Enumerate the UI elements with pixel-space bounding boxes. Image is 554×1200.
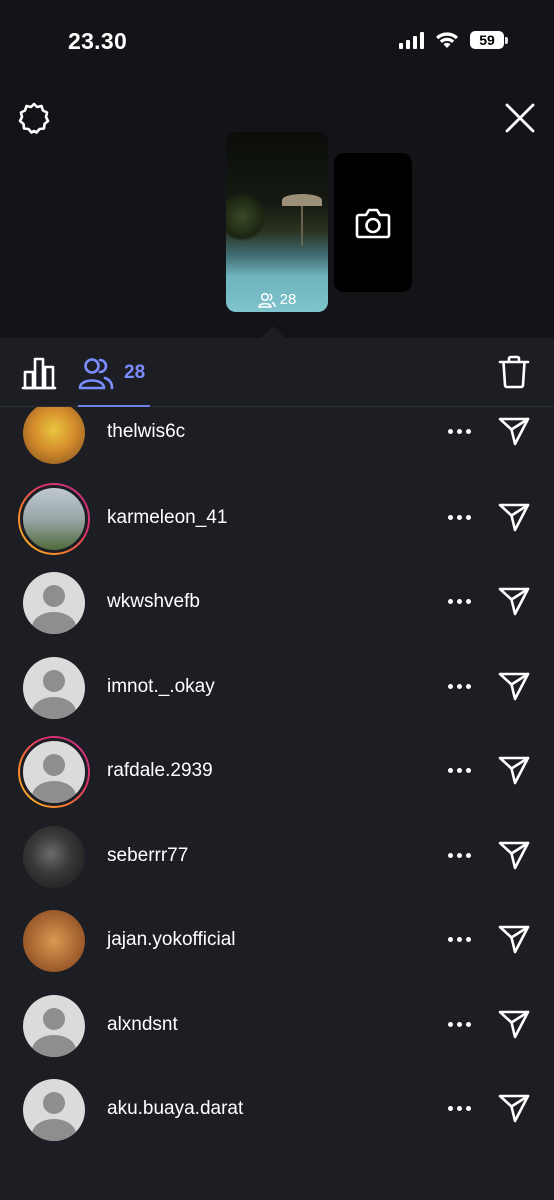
story-viewer-count: 28 <box>279 291 297 308</box>
insights-tabs: 28 <box>0 338 554 407</box>
default-avatar-icon <box>20 738 88 806</box>
send-icon[interactable] <box>496 752 532 788</box>
list-item[interactable]: jajan.yokofficial <box>0 905 554 989</box>
status-time: 23.30 <box>68 28 128 54</box>
more-icon[interactable] <box>444 1012 474 1036</box>
avatar[interactable] <box>18 821 90 893</box>
profile-photo <box>20 485 88 553</box>
viewers-icon <box>78 358 114 390</box>
story-viewers-badge: 28 <box>226 291 328 308</box>
send-icon[interactable] <box>496 837 532 873</box>
viewers-icon <box>257 292 276 308</box>
send-icon[interactable] <box>496 1090 532 1126</box>
send-icon[interactable] <box>496 1006 532 1042</box>
username[interactable]: imnot._.okay <box>107 676 215 698</box>
battery-icon: 59 <box>470 31 508 49</box>
username[interactable]: jajan.yokofficial <box>107 929 236 951</box>
status-icons: 59 <box>399 30 508 50</box>
trash-icon[interactable] <box>496 354 532 390</box>
viewers-tab-count: 28 <box>124 362 146 383</box>
camera-icon <box>355 208 391 238</box>
avatar[interactable] <box>18 1074 90 1146</box>
username[interactable]: aku.buaya.darat <box>107 1098 243 1120</box>
gear-icon[interactable] <box>16 100 52 136</box>
profile-photo <box>23 407 85 464</box>
list-item[interactable]: rafdale.2939 <box>0 736 554 820</box>
default-avatar-icon <box>23 1079 85 1141</box>
list-item[interactable]: imnot._.okay <box>0 652 554 736</box>
list-item[interactable]: karmeleon_41 <box>0 483 554 567</box>
list-item[interactable]: aku.buaya.darat <box>0 1074 554 1158</box>
username[interactable]: rafdale.2939 <box>107 760 213 782</box>
more-icon[interactable] <box>444 1096 474 1120</box>
avatar[interactable] <box>18 736 90 808</box>
avatar[interactable] <box>18 652 90 724</box>
more-icon[interactable] <box>444 674 474 698</box>
tab-viewers[interactable]: 28 <box>78 356 145 390</box>
username[interactable]: alxndsnt <box>107 1014 178 1036</box>
list-item[interactable]: wkwshvefb <box>0 567 554 651</box>
cellular-signal-icon <box>399 31 424 49</box>
profile-photo <box>23 910 85 972</box>
default-avatar-icon <box>23 657 85 719</box>
add-story-button[interactable] <box>334 153 412 292</box>
send-icon[interactable] <box>496 583 532 619</box>
more-icon[interactable] <box>444 758 474 782</box>
avatar[interactable] <box>18 990 90 1062</box>
username[interactable]: seberrr77 <box>107 845 188 867</box>
send-icon[interactable] <box>496 499 532 535</box>
more-icon[interactable] <box>444 505 474 529</box>
more-icon[interactable] <box>444 927 474 951</box>
close-icon[interactable] <box>502 100 538 136</box>
bar-chart-icon[interactable] <box>20 356 58 390</box>
avatar[interactable] <box>18 567 90 639</box>
more-icon[interactable] <box>444 843 474 867</box>
default-avatar-icon <box>23 572 85 634</box>
more-icon[interactable] <box>444 419 474 443</box>
list-item[interactable]: thelwis6c <box>0 407 554 481</box>
send-icon[interactable] <box>496 668 532 704</box>
username[interactable]: wkwshvefb <box>107 591 200 613</box>
viewers-list[interactable]: thelwis6c karmeleon_41 wkwshvefb imnot._.ok… <box>0 407 554 1200</box>
send-icon[interactable] <box>496 413 532 449</box>
username[interactable]: karmeleon_41 <box>107 507 227 529</box>
wifi-icon <box>436 32 458 48</box>
more-icon[interactable] <box>444 589 474 613</box>
profile-photo <box>23 826 85 888</box>
story-thumbnail[interactable]: 28 <box>226 132 328 312</box>
send-icon[interactable] <box>496 921 532 957</box>
avatar[interactable] <box>18 407 90 469</box>
default-avatar-icon <box>23 995 85 1057</box>
story-header: 23.30 59 28 <box>0 0 554 339</box>
username[interactable]: thelwis6c <box>107 421 185 443</box>
list-item[interactable]: seberrr77 <box>0 821 554 905</box>
avatar[interactable] <box>18 905 90 977</box>
battery-level: 59 <box>470 31 504 49</box>
avatar[interactable] <box>18 483 90 555</box>
list-item[interactable]: alxndsnt <box>0 990 554 1074</box>
